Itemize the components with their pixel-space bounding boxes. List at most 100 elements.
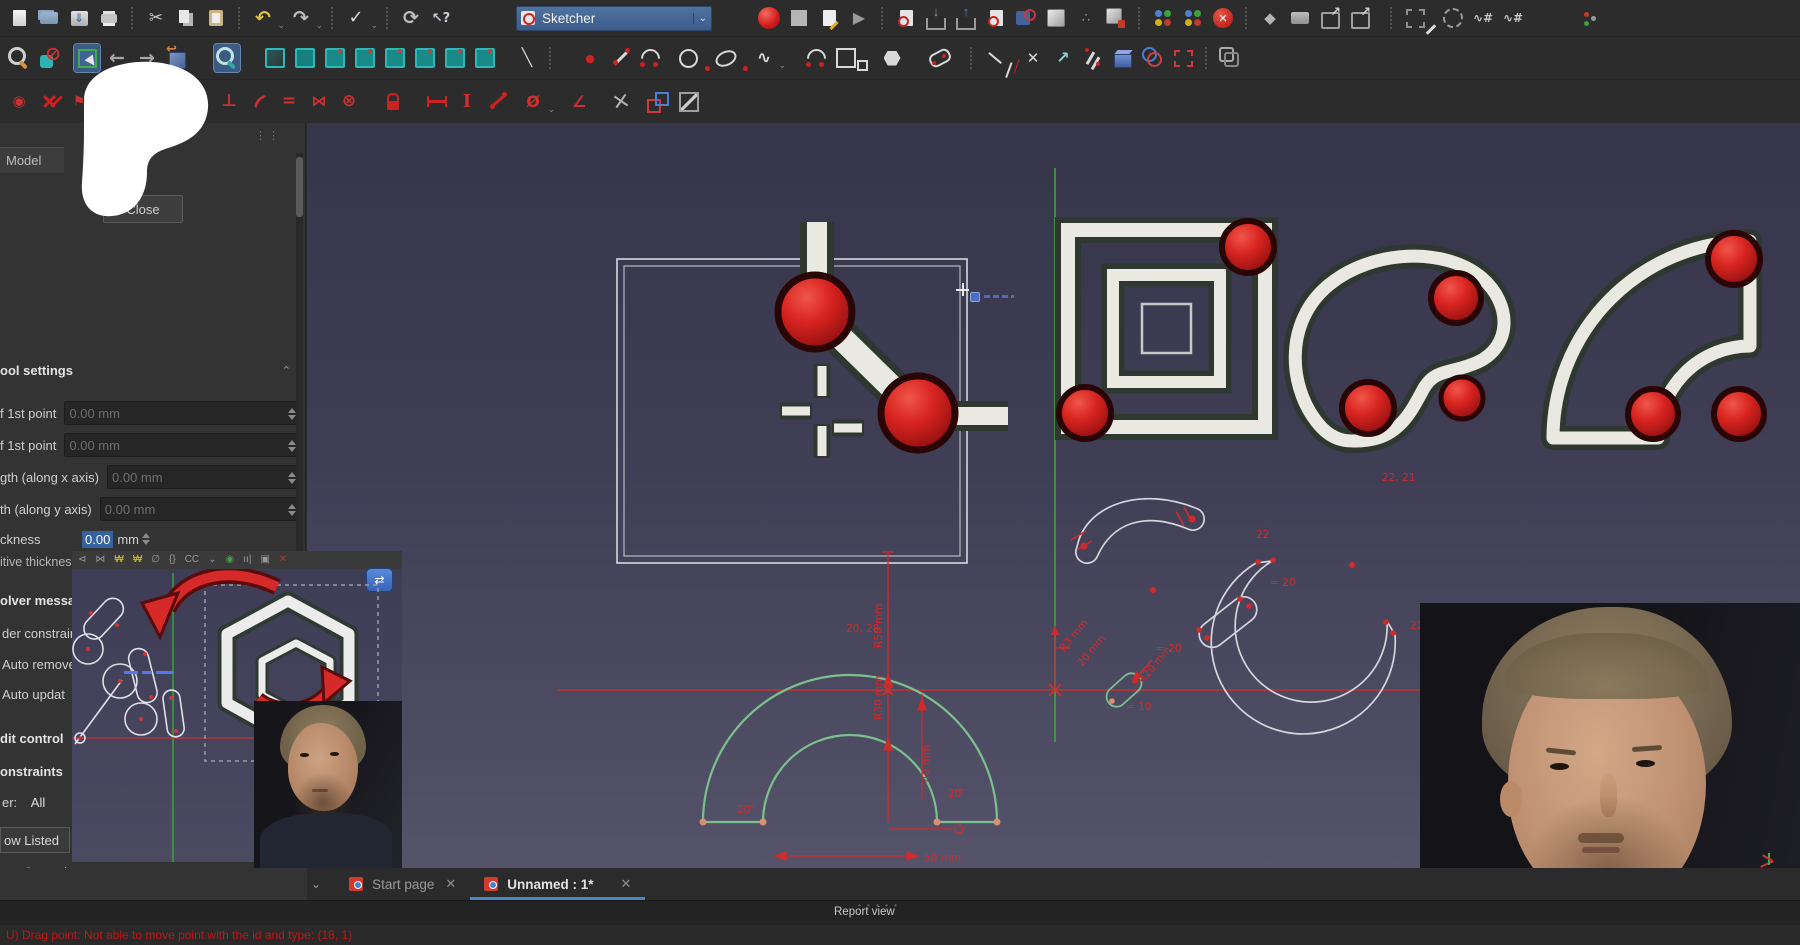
tab-model[interactable]: Model: [0, 147, 64, 173]
measure-icon[interactable]: ╲: [514, 44, 540, 72]
view-top-icon[interactable]: [322, 44, 348, 72]
clipping-toggle-icon[interactable]: [36, 44, 62, 72]
trim-edge-icon[interactable]: [982, 44, 1008, 72]
constraint-conflict-icon[interactable]: [36, 88, 62, 116]
draw-style-icon[interactable]: [74, 44, 100, 72]
export-link-alt-icon[interactable]: [1347, 4, 1373, 32]
toggle-driving-constraint-icon[interactable]: [646, 88, 672, 116]
pip-grid-icon[interactable]: ₩: [114, 555, 123, 565]
extend-edge-icon[interactable]: ✕: [1020, 44, 1046, 72]
close-button[interactable]: Close: [103, 195, 183, 223]
close-tab-icon[interactable]: ✕: [445, 876, 456, 892]
snap-toggle-icon[interactable]: [1180, 4, 1206, 32]
create-arc-icon[interactable]: [637, 44, 663, 72]
view-axonometric-icon[interactable]: [262, 44, 288, 72]
auto-update-option[interactable]: Auto updat: [2, 687, 65, 702]
pip-merge-icon[interactable]: ⋈: [95, 555, 105, 565]
toggle-construction-geometry-icon[interactable]: [676, 88, 702, 116]
edge-parameter-icon[interactable]: [1576, 4, 1602, 32]
create-point-icon[interactable]: ●: [577, 44, 603, 72]
print-icon[interactable]: [96, 4, 122, 32]
create-circle-icon[interactable]: [675, 44, 701, 72]
clone-alt-icon[interactable]: [1217, 44, 1243, 72]
panel-handle-icon[interactable]: ⋮⋮: [255, 129, 281, 142]
pip-switch-icon[interactable]: ⇄: [366, 568, 393, 592]
pip-close-icon[interactable]: ✕: [279, 555, 287, 565]
part-tool-icon[interactable]: ◆: [1257, 4, 1283, 32]
copy-icon[interactable]: [173, 4, 199, 32]
create-line-icon[interactable]: [607, 44, 633, 72]
export-link-icon[interactable]: [1317, 4, 1343, 32]
refresh-icon[interactable]: ⟳: [398, 4, 424, 32]
whats-this-icon[interactable]: ↖?: [428, 4, 454, 32]
view-fit-icon[interactable]: [214, 44, 240, 72]
save-icon[interactable]: [66, 4, 92, 32]
view-left-icon[interactable]: [442, 44, 468, 72]
create-slot-icon[interactable]: [927, 44, 953, 72]
validate-icon[interactable]: ✓: [343, 4, 369, 32]
section-tool-settings[interactable]: ool settings ⌃: [0, 363, 305, 378]
constraint-point-on-object-icon[interactable]: ⚑: [66, 88, 92, 116]
spinner-icon[interactable]: [288, 404, 296, 424]
view-home-icon[interactable]: [164, 44, 190, 72]
grid-toggle-icon[interactable]: [1150, 4, 1176, 32]
pip-snap-icon[interactable]: ⊲: [78, 555, 86, 565]
tab-start-page[interactable]: Start page ✕: [335, 868, 470, 900]
value-input[interactable]: 0.00 mm: [100, 497, 300, 521]
thickness-spinner[interactable]: [142, 529, 150, 549]
create-rectangle-icon[interactable]: [833, 44, 859, 72]
constraint-diameter-icon[interactable]: Ø: [520, 88, 546, 116]
constraint-horizontal-distance-icon[interactable]: [424, 88, 450, 116]
view-rear-icon[interactable]: [382, 44, 408, 72]
undo-icon[interactable]: ↶: [250, 4, 276, 32]
nav-forward-icon[interactable]: →: [134, 44, 160, 72]
constraint-block-icon[interactable]: ⊗: [336, 88, 362, 116]
value-input[interactable]: 0.00 mm: [64, 401, 300, 425]
macro-record-icon[interactable]: [756, 4, 782, 32]
bspline-degree-down-icon[interactable]: ∿#: [1500, 4, 1526, 32]
snap-options-icon[interactable]: [608, 88, 634, 116]
pip-more-icon[interactable]: ⌄: [208, 555, 216, 565]
view-bottom-icon[interactable]: [412, 44, 438, 72]
tab-overflow-icon[interactable]: ⌄: [311, 877, 321, 891]
tab-unnamed-document[interactable]: Unnamed : 1* ✕: [470, 868, 645, 900]
chevron-down-icon[interactable]: ⌄: [693, 13, 707, 24]
cut-icon[interactable]: ✂: [143, 4, 169, 32]
nav-back-icon[interactable]: ←: [104, 44, 130, 72]
pip-video-overlay[interactable]: ⊲⋈₩₩∅{}CC⌄◉ıı|▣✕ ⇄: [72, 551, 402, 862]
macro-play-icon[interactable]: ▶: [846, 4, 872, 32]
group-new-icon[interactable]: [1287, 4, 1313, 32]
pip-grid-snap-icon[interactable]: ₩: [133, 555, 142, 565]
redo-icon[interactable]: ↷: [288, 4, 314, 32]
pip-construction-icon[interactable]: ∅: [151, 555, 160, 565]
stop-operation-icon[interactable]: [1210, 4, 1236, 32]
constraint-perpendicular-icon[interactable]: ⊥: [216, 88, 242, 116]
constraint-equal-icon[interactable]: =: [276, 88, 302, 116]
value-input[interactable]: 0.00 mm: [107, 465, 300, 489]
pip-view-icon[interactable]: ▣: [260, 555, 269, 565]
workbench-selector[interactable]: Sketcher⌄: [516, 6, 712, 31]
constraint-tangent-icon[interactable]: (: [246, 88, 272, 116]
report-view-bar[interactable]: • • • • • Report view: [0, 900, 1800, 925]
view-right-icon[interactable]: [352, 44, 378, 72]
constraint-angle-icon[interactable]: ∠: [566, 88, 592, 116]
copy-rectangular-icon[interactable]: [1170, 44, 1196, 72]
sketch-reorient-icon[interactable]: [953, 4, 979, 32]
sketch-merge-icon[interactable]: [1043, 4, 1069, 32]
show-listed-button[interactable]: ow Listed: [0, 827, 70, 853]
sketch-create-icon[interactable]: [893, 4, 919, 32]
thickness-input[interactable]: 0.00: [82, 531, 113, 548]
constraint-lock-icon[interactable]: [380, 88, 406, 116]
create-arc-of-conic-icon[interactable]: [803, 44, 829, 72]
sketch-map-icon[interactable]: [1013, 4, 1039, 32]
external-geometry-icon[interactable]: ↗: [1050, 44, 1076, 72]
sketch-leave-icon[interactable]: [923, 4, 949, 32]
bspline-degree-up-icon[interactable]: ∿#: [1470, 4, 1496, 32]
selection-edit-icon[interactable]: [1402, 4, 1428, 32]
pip-bspline-icon[interactable]: CC: [185, 555, 199, 565]
create-ellipse-icon[interactable]: [713, 44, 739, 72]
sketch-validate-icon[interactable]: [983, 4, 1009, 32]
pip-brackets-icon[interactable]: {}: [169, 555, 176, 565]
view-front-icon[interactable]: [292, 44, 318, 72]
macro-stop-icon[interactable]: [786, 4, 812, 32]
